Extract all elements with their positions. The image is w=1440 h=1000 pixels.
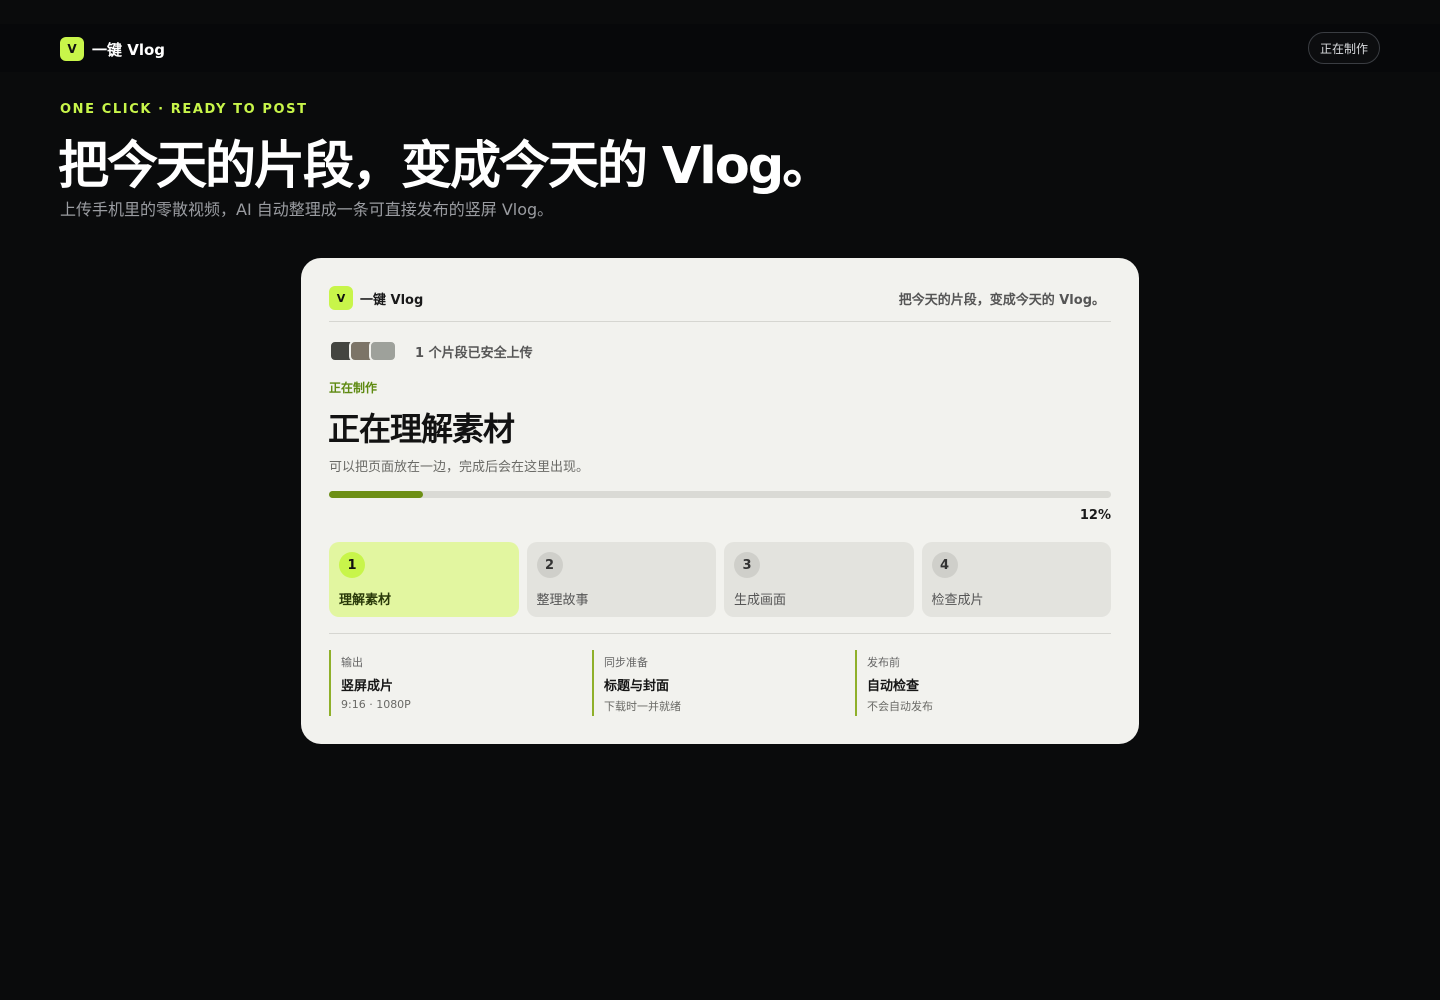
card-brand-name: 一键 Vlog <box>360 292 424 308</box>
step-number: 4 <box>931 552 958 578</box>
clip-thumbnails <box>329 340 397 362</box>
step-label: 理解素材 <box>339 593 392 608</box>
step-number: 2 <box>536 552 563 578</box>
output-title: 自动检查 <box>867 679 920 694</box>
output-title: 竖屏成片 <box>341 679 394 694</box>
step-number: 3 <box>734 552 760 578</box>
output-item-cover: 同步准备 标题与封面 下载时一并就绪 <box>592 650 681 716</box>
progress-bar <box>329 491 1111 498</box>
output-meta: 不会自动发布 <box>867 700 933 713</box>
step-label: 整理故事 <box>536 593 589 608</box>
step-label: 检查成片 <box>931 593 984 608</box>
output-title: 标题与封面 <box>604 679 670 694</box>
step-number: 1 <box>339 552 365 578</box>
step-1: 1 理解素材 <box>329 542 519 617</box>
output-list: 输出 竖屏成片 9:16 · 1080P 同步准备 标题与封面 下载时一并就绪 … <box>329 650 1111 716</box>
output-label: 同步准备 <box>604 656 648 669</box>
output-label: 输出 <box>341 656 363 669</box>
hero-title: 把今天的片段，变成今天的 Vlog。 <box>58 137 833 196</box>
step-label: 生成画面 <box>734 593 787 608</box>
step-2: 2 整理故事 <box>526 542 716 617</box>
hero-eyebrow: ONE CLICK · READY TO POST <box>60 102 308 117</box>
card-tagline: 把今天的片段，变成今天的 Vlog。 <box>898 293 1105 308</box>
clip-thumbnail <box>369 340 397 362</box>
card-header: V 一键 Vlog 把今天的片段，变成今天的 Vlog。 <box>329 286 1111 322</box>
status-label: 正在制作 <box>329 381 378 395</box>
logo-icon: V <box>60 37 84 61</box>
progress-bar-fill <box>329 491 423 498</box>
brand-name: 一键 Vlog <box>92 40 166 59</box>
status-description: 可以把页面放在一边，完成后会在这里出现。 <box>329 460 590 475</box>
output-item-check: 发布前 自动检查 不会自动发布 <box>855 650 933 716</box>
step-3: 3 生成画面 <box>724 542 914 617</box>
step-4: 4 检查成片 <box>921 542 1111 617</box>
card-logo-icon: V <box>329 286 353 310</box>
progress-card: V 一键 Vlog 把今天的片段，变成今天的 Vlog。 1 个片段已安全上传 … <box>301 258 1139 744</box>
output-item-vertical: 输出 竖屏成片 9:16 · 1080P <box>329 650 411 716</box>
status-title: 正在理解素材 <box>328 410 515 448</box>
output-label: 发布前 <box>867 656 900 669</box>
brand[interactable]: V 一键 Vlog <box>60 37 165 61</box>
hero-subtitle: 上传手机里的零散视频，AI 自动整理成一条可直接发布的竖屏 Vlog。 <box>60 200 554 219</box>
status-pill-button[interactable]: 正在制作 <box>1308 32 1380 64</box>
upload-status-text: 1 个片段已安全上传 <box>415 346 533 361</box>
progress-percent: 12% <box>1079 508 1111 523</box>
step-list: 1 理解素材 2 整理故事 3 生成画面 4 检查成片 <box>329 542 1111 617</box>
top-bar <box>0 24 1440 72</box>
output-meta: 9:16 · 1080P <box>341 698 411 711</box>
card-brand: V 一键 Vlog <box>329 286 423 310</box>
divider <box>329 633 1111 634</box>
output-meta: 下载时一并就绪 <box>604 700 681 713</box>
